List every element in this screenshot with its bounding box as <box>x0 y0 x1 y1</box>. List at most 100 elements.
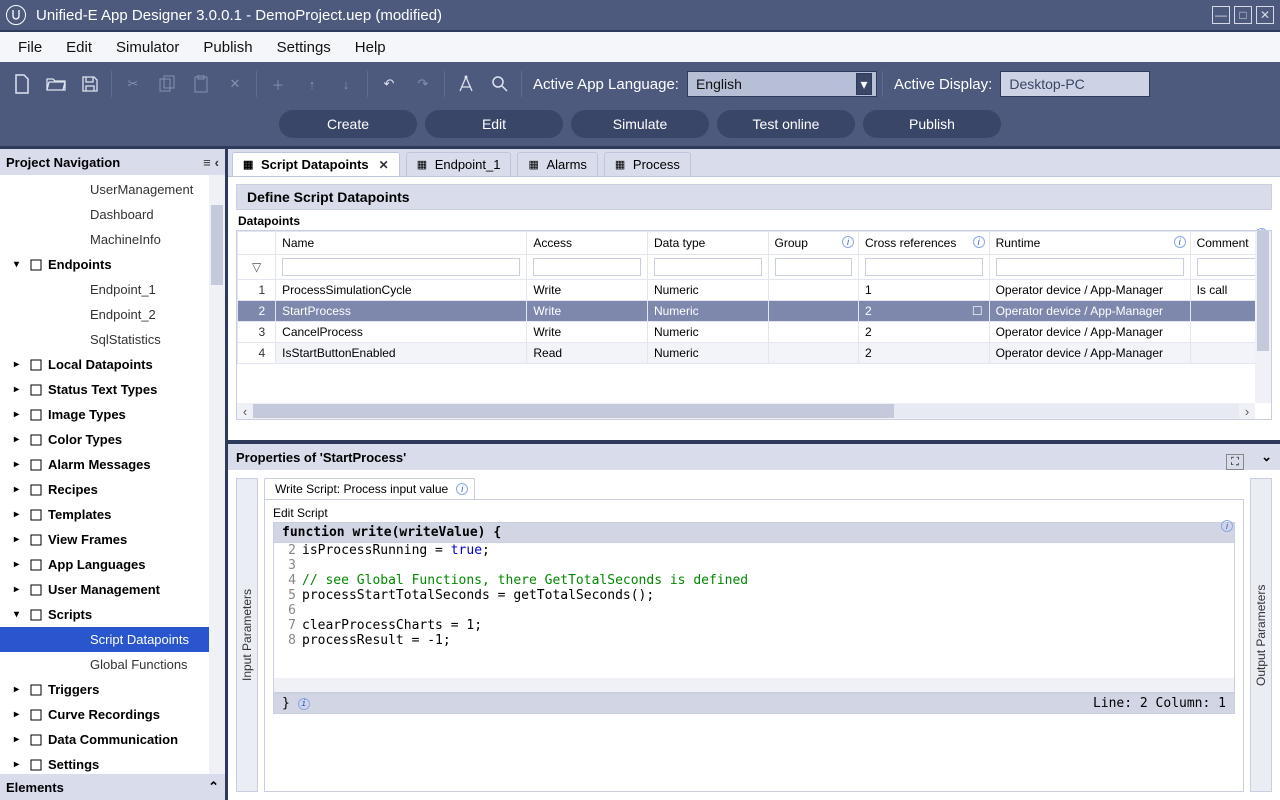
code-body[interactable]: 2isProcessRunning = true;34// see Global… <box>273 543 1235 693</box>
column-header[interactable]: Access <box>527 232 648 255</box>
filter-input[interactable] <box>533 258 641 276</box>
filter-icon[interactable]: ▽ <box>238 255 276 280</box>
write-script-tab[interactable]: Write Script: Process input value i <box>264 478 475 499</box>
column-header[interactable]: Name <box>276 232 527 255</box>
tree-item[interactable]: ▸Triggers <box>0 677 225 702</box>
tree-item[interactable]: Endpoint_2 <box>0 302 225 327</box>
datapoints-grid[interactable]: NameAccessData typeGroupiCross reference… <box>236 230 1272 420</box>
maximize-button[interactable]: □ <box>1234 6 1252 24</box>
tree-item[interactable]: Endpoint_1 <box>0 277 225 302</box>
save-icon[interactable] <box>74 68 106 100</box>
tree-item[interactable]: UserManagement <box>0 177 225 202</box>
nav-header: Project Navigation ≡‹ <box>0 149 225 175</box>
column-header[interactable]: Groupi <box>768 232 858 255</box>
tree-item[interactable]: ▸Local Datapoints <box>0 352 225 377</box>
chevron-down-icon[interactable]: ⌄ <box>1261 449 1272 465</box>
menu-simulator[interactable]: Simulator <box>106 35 189 60</box>
grid-label: Datapointsi <box>238 214 1270 228</box>
close-button[interactable]: ✕ <box>1256 6 1274 24</box>
info-icon[interactable]: i <box>1221 520 1233 532</box>
tree-item[interactable]: ▸Alarm Messages <box>0 452 225 477</box>
column-header[interactable]: Runtimei <box>989 232 1190 255</box>
tab-script-datapoints[interactable]: ▦Script Datapoints✕ <box>232 152 400 176</box>
tree-item[interactable]: ▸Recipes <box>0 477 225 502</box>
menu-help[interactable]: Help <box>345 35 396 60</box>
tree-item[interactable]: ▸Status Text Types <box>0 377 225 402</box>
table-row[interactable]: 3CancelProcessWriteNumeric2Operator devi… <box>238 322 1271 343</box>
table-row[interactable]: 1ProcessSimulationCycleWriteNumeric1Oper… <box>238 280 1271 301</box>
filter-input[interactable] <box>1197 258 1264 276</box>
code-line[interactable]: 2isProcessRunning = true; <box>274 543 1234 558</box>
code-line[interactable]: 4// see Global Functions, there GetTotal… <box>274 573 1234 588</box>
tree-item[interactable]: ▸User Management <box>0 577 225 602</box>
tree-item[interactable]: ▸Color Types <box>0 427 225 452</box>
grid-vscroll[interactable] <box>1255 231 1271 403</box>
minimize-button[interactable]: — <box>1212 6 1230 24</box>
column-header[interactable]: Data type <box>647 232 768 255</box>
filter-input[interactable] <box>775 258 852 276</box>
open-icon[interactable] <box>40 68 72 100</box>
test-online-button[interactable]: Test online <box>717 110 855 138</box>
publish-button[interactable]: Publish <box>863 110 1001 138</box>
tree-item[interactable]: ▾Endpoints <box>0 252 225 277</box>
app-icon <box>6 5 26 25</box>
filter-input[interactable] <box>282 258 520 276</box>
info-icon[interactable]: i <box>298 698 310 710</box>
nav-menu-icon[interactable]: ≡ <box>203 155 211 170</box>
tab-process[interactable]: ▦Process <box>604 152 691 176</box>
tree-item[interactable]: ▸Data Communication <box>0 727 225 752</box>
display-select[interactable]: Desktop-PC <box>1000 71 1150 97</box>
edit-button[interactable]: Edit <box>425 110 563 138</box>
tree-item[interactable]: Global Functions <box>0 652 225 677</box>
create-button[interactable]: Create <box>279 110 417 138</box>
menu-file[interactable]: File <box>8 35 52 60</box>
tree-item[interactable]: ▸Settings <box>0 752 225 774</box>
code-line[interactable]: 8processResult = -1; <box>274 633 1234 648</box>
nav-collapse-icon[interactable]: ‹ <box>215 155 219 170</box>
code-line[interactable]: 6 <box>274 603 1234 618</box>
write-script-tab-label: Write Script: Process input value <box>275 482 448 496</box>
tab-alarms[interactable]: ▦Alarms <box>517 152 597 176</box>
tree-item[interactable]: SqlStatistics <box>0 327 225 352</box>
input-parameters-button[interactable]: Input Parameters <box>236 478 258 792</box>
nav-tree[interactable]: UserManagementDashboardMachineInfo▾Endpo… <box>0 175 225 774</box>
new-icon[interactable] <box>6 68 38 100</box>
tree-item[interactable]: Script Datapoints <box>0 627 225 652</box>
code-line[interactable]: 7clearProcessCharts = 1; <box>274 618 1234 633</box>
tree-item[interactable]: ▸Curve Recordings <box>0 702 225 727</box>
menu-publish[interactable]: Publish <box>193 35 262 60</box>
language-select[interactable]: English ▾ <box>687 71 877 97</box>
datapoints-section: Define Script Datapoints Datapointsi Nam… <box>228 177 1280 444</box>
compass-icon[interactable] <box>450 68 482 100</box>
search-icon[interactable] <box>484 68 516 100</box>
output-parameters-button[interactable]: Output Parameters <box>1250 478 1272 792</box>
nav-scrollbar[interactable] <box>209 175 225 774</box>
code-line[interactable]: 5processStartTotalSeconds = getTotalSeco… <box>274 588 1234 603</box>
info-icon[interactable]: i <box>456 483 468 495</box>
column-header[interactable] <box>238 232 276 255</box>
expand-icon[interactable]: ⛶ <box>1226 454 1244 470</box>
close-tab-icon[interactable]: ✕ <box>379 158 389 172</box>
tree-item[interactable]: ▸Image Types <box>0 402 225 427</box>
menu-edit[interactable]: Edit <box>56 35 102 60</box>
code-hscroll[interactable] <box>274 678 1234 692</box>
filter-input[interactable] <box>996 258 1184 276</box>
tree-item[interactable]: ▾Scripts <box>0 602 225 627</box>
tree-item[interactable]: Dashboard <box>0 202 225 227</box>
table-row[interactable]: 4IsStartButtonEnabledReadNumeric2Operato… <box>238 343 1271 364</box>
tree-item[interactable]: ▸Templates <box>0 502 225 527</box>
filter-input[interactable] <box>654 258 762 276</box>
column-header[interactable]: Cross referencesi <box>858 232 989 255</box>
simulate-button[interactable]: Simulate <box>571 110 709 138</box>
grid-hscroll[interactable]: ‹› <box>237 403 1255 419</box>
filter-input[interactable] <box>865 258 983 276</box>
tree-item[interactable]: ▸View Frames <box>0 527 225 552</box>
tree-item[interactable]: MachineInfo <box>0 227 225 252</box>
code-line[interactable]: 3 <box>274 558 1234 573</box>
undo-icon[interactable]: ↶ <box>373 68 405 100</box>
tab-endpoint_1[interactable]: ▦Endpoint_1 <box>406 152 512 176</box>
tree-item[interactable]: ▸App Languages <box>0 552 225 577</box>
menu-settings[interactable]: Settings <box>267 35 341 60</box>
elements-header[interactable]: Elements ⌃ <box>0 774 225 800</box>
table-row[interactable]: 2StartProcessWriteNumeric2 ☐Operator dev… <box>238 301 1271 322</box>
